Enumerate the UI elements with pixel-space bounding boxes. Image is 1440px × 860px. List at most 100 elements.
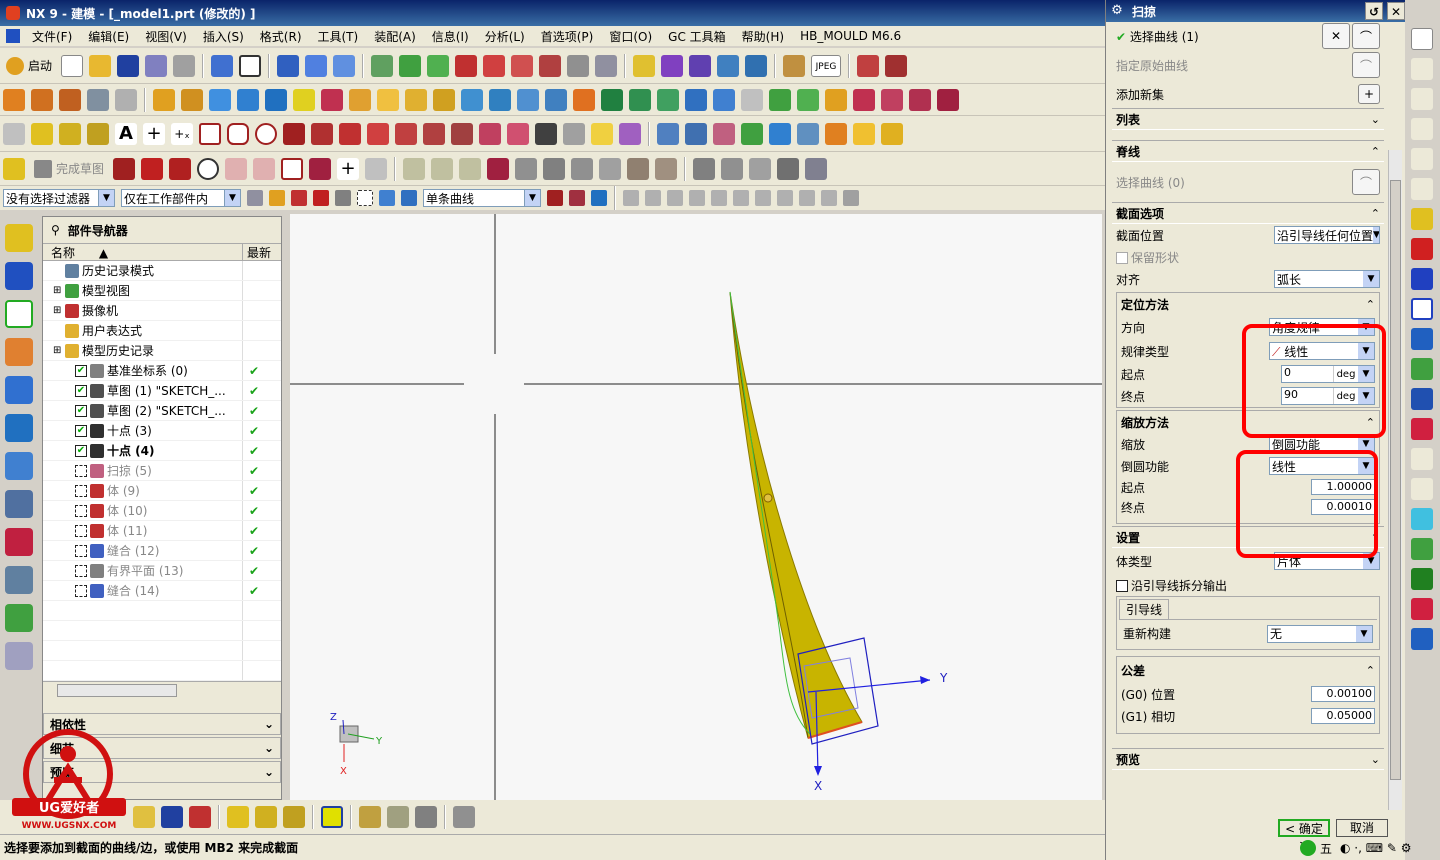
sketch-point-icon[interactable]: + — [337, 157, 360, 180]
checkbox-icon[interactable] — [1116, 580, 1128, 592]
visibility-checkbox[interactable]: ✔ — [75, 404, 87, 417]
snap-icon[interactable] — [633, 54, 656, 77]
arc-icon[interactable] — [169, 157, 192, 180]
tree-node[interactable]: 有界平面 (13) — [43, 561, 243, 580]
dimension-icon[interactable] — [487, 157, 510, 180]
select-spine-icon[interactable]: ⌒ — [1352, 169, 1380, 195]
menu-info[interactable]: 信息(I) — [424, 28, 477, 45]
tab-guide[interactable]: 引导线 — [1119, 599, 1170, 619]
menu-window[interactable]: 窗口(O) — [601, 28, 660, 45]
quick-extend-icon[interactable] — [431, 157, 454, 180]
copy-layer-icon[interactable] — [427, 54, 450, 77]
profile-icon[interactable] — [113, 157, 136, 180]
mirror-toggle-icon[interactable] — [189, 806, 211, 828]
view-point-icon[interactable] — [1411, 298, 1433, 320]
tree-node[interactable]: ✔ 草图 (2) "SKETCH_... — [43, 401, 243, 420]
tube-icon[interactable] — [181, 88, 203, 111]
constraints-icon[interactable] — [515, 157, 538, 180]
snap-intersection-icon[interactable] — [689, 190, 705, 206]
trim-curve-icon[interactable] — [591, 122, 613, 145]
menu-edit[interactable]: 编辑(E) — [80, 28, 137, 45]
law-curve-icon[interactable] — [367, 122, 389, 145]
sketch-relations-icon[interactable] — [655, 157, 678, 180]
select-edge-icon[interactable] — [335, 190, 351, 206]
styled-sweep-icon[interactable] — [825, 122, 847, 145]
tree-node[interactable]: ⊞ 摄像机 — [43, 301, 243, 320]
small-toolbar-icon[interactable] — [1411, 148, 1433, 170]
text-style-icon[interactable] — [1411, 508, 1433, 530]
rectangle-select-icon[interactable] — [357, 190, 373, 206]
reuse-library-icon[interactable] — [5, 338, 33, 366]
select-curve-icon[interactable]: ⌒ — [1352, 23, 1380, 49]
parabola-icon[interactable] — [283, 122, 305, 145]
new-file-icon[interactable] — [61, 54, 84, 77]
visibility-checkbox[interactable] — [75, 504, 87, 517]
tree-node[interactable]: 体 (9) — [43, 481, 243, 500]
snap-control-icon[interactable] — [667, 190, 683, 206]
thread-icon[interactable] — [573, 88, 595, 111]
select-curve-row[interactable]: ✔ 选择曲线 (1) ✕ ⌒ — [1112, 22, 1384, 50]
web-browser-icon[interactable] — [5, 414, 33, 442]
process-studio-icon[interactable] — [5, 528, 33, 556]
move-layer-icon[interactable] — [399, 54, 422, 77]
part-navigator-icon[interactable] — [5, 300, 33, 328]
tree-row[interactable]: 缝合 (14) ✔ — [43, 581, 281, 601]
add-new-set-row[interactable]: 添加新集 + — [1112, 80, 1384, 108]
show-constraints-icon[interactable] — [571, 157, 594, 180]
specify-origin-row[interactable]: 指定原始曲线 ⌒ — [1112, 50, 1384, 80]
through-mesh-icon[interactable] — [685, 122, 707, 145]
thicken-icon[interactable] — [713, 88, 735, 111]
snap-existing-icon[interactable] — [755, 190, 771, 206]
through-curves-icon[interactable] — [657, 122, 679, 145]
reattach-icon[interactable] — [693, 157, 716, 180]
handle-point[interactable] — [763, 493, 773, 503]
section-options-header[interactable]: 截面选项 ⌃ — [1112, 202, 1384, 224]
cut-icon[interactable] — [145, 54, 168, 77]
split-output-checkbox[interactable]: 沿引导线拆分输出 — [1116, 577, 1227, 594]
cancel-button[interactable]: 取消 — [1336, 819, 1388, 837]
select-feature-icon[interactable] — [269, 190, 285, 206]
measure-angle-icon[interactable] — [511, 54, 534, 77]
tree-row[interactable]: ✔ 草图 (1) "SKETCH_... ✔ — [43, 381, 281, 401]
tree-row[interactable]: ✔ 基准坐标系 (0) ✔ — [43, 361, 281, 381]
general-select-icon[interactable] — [247, 190, 263, 206]
ime-logo-icon[interactable] — [1300, 840, 1316, 856]
snap-on-face-icon[interactable] — [799, 190, 815, 206]
app-menu-icon[interactable] — [6, 29, 20, 43]
history-icon[interactable] — [5, 452, 33, 480]
snap-midpoint-icon[interactable] — [645, 190, 661, 206]
basic-curve-icon[interactable] — [3, 122, 25, 145]
horizontal-scrollbar[interactable] — [43, 681, 281, 699]
close-icon[interactable] — [1411, 28, 1433, 50]
tree-node[interactable]: 扫掠 (5) — [43, 461, 243, 480]
fit-view-icon[interactable] — [333, 54, 356, 77]
g0-tolerance-input[interactable]: 0.00100 — [1311, 686, 1375, 702]
tree-row[interactable]: 体 (10) ✔ — [43, 501, 281, 521]
rebuild-dropdown[interactable]: 无 ▼ — [1267, 624, 1373, 643]
tree-row[interactable]: 历史记录模式 — [43, 261, 281, 281]
small-toolbar-icon[interactable] — [1411, 88, 1433, 110]
view-section-icon[interactable] — [1411, 418, 1433, 440]
align-dropdown[interactable]: 弧长 ▼ — [1274, 270, 1380, 288]
roles-icon[interactable] — [5, 604, 33, 632]
select-face-icon[interactable] — [313, 190, 329, 206]
column-latest-header[interactable]: 最新 — [243, 244, 281, 260]
menu-analysis[interactable]: 分析(L) — [477, 28, 533, 45]
text-icon[interactable]: A — [115, 122, 137, 145]
select-solid-icon[interactable] — [379, 190, 395, 206]
wcs-icon[interactable] — [277, 54, 300, 77]
swept-icon[interactable] — [713, 122, 735, 145]
graphics-window[interactable]: Y X Y Z X — [290, 214, 1102, 800]
spine-select-row[interactable]: 选择曲线 (0) ⌒ — [1112, 162, 1384, 202]
tree-node[interactable]: ⊞ 模型历史记录 — [43, 341, 243, 360]
make-corner-icon[interactable] — [459, 157, 482, 180]
cylinder-icon[interactable] — [237, 88, 259, 111]
sketch-icon[interactable] — [3, 157, 25, 180]
unite-icon[interactable] — [321, 88, 343, 111]
menu-format[interactable]: 格式(R) — [252, 28, 310, 45]
intersect-curve-icon[interactable] — [507, 122, 529, 145]
small-toolbar-icon[interactable] — [1411, 118, 1433, 140]
orient-view-icon[interactable] — [305, 54, 328, 77]
ellipse-icon[interactable] — [255, 122, 277, 145]
datum-csys-icon[interactable] — [283, 806, 305, 828]
